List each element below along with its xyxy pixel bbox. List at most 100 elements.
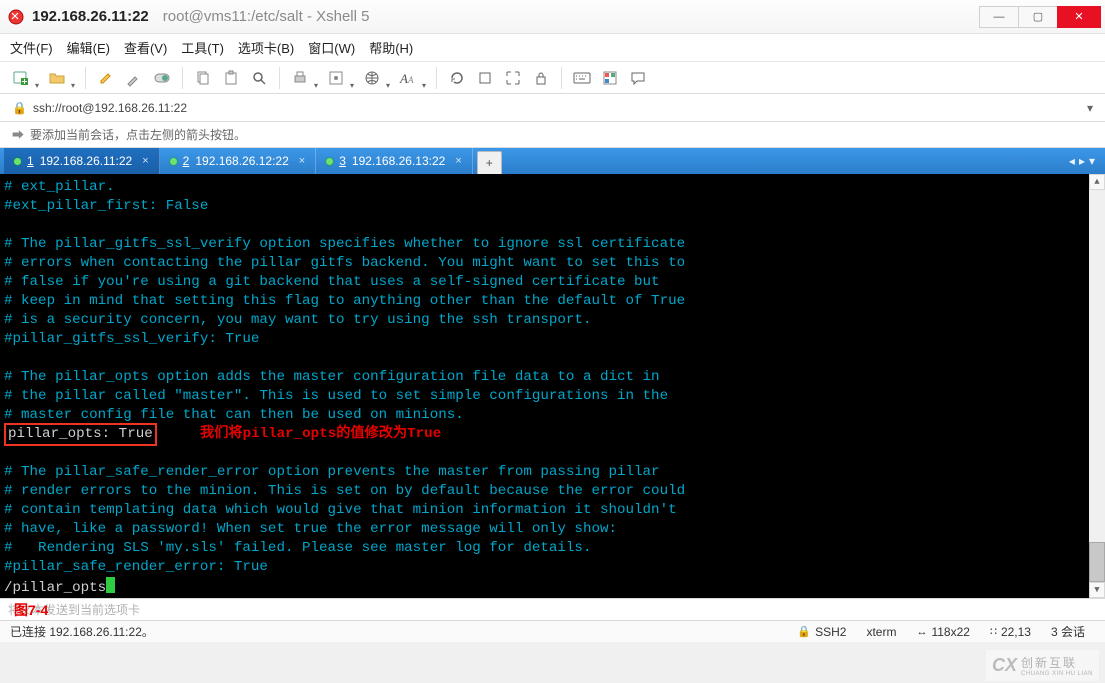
term-line: # The pillar_opts option adds the master…	[4, 369, 660, 385]
maximize-icon[interactable]	[472, 65, 498, 91]
pos-icon: ∷	[990, 625, 997, 638]
arrow-add-icon[interactable]: ⮕	[12, 126, 24, 143]
tab-menu-icon[interactable]: ▾	[1089, 154, 1095, 168]
term-line: # contain templating data which would gi…	[4, 502, 677, 518]
refresh-icon[interactable]	[444, 65, 470, 91]
keyboard-icon[interactable]	[569, 65, 595, 91]
print-icon[interactable]	[287, 65, 313, 91]
separator	[85, 67, 86, 89]
font-icon[interactable]: AA	[395, 65, 421, 91]
menu-edit[interactable]: 编辑(E)	[67, 38, 110, 57]
tab-add-button[interactable]: +	[477, 151, 502, 174]
term-search-line: /pillar_opts	[4, 580, 115, 596]
lock-small-icon: 🔒	[12, 101, 27, 115]
term-line: # render errors to the minion. This is s…	[4, 483, 685, 499]
tab-next-icon[interactable]: ▸	[1079, 154, 1085, 168]
tab-close-icon[interactable]: ×	[299, 155, 305, 167]
tab-number: 2	[183, 154, 190, 168]
figure-label: 图7-4	[14, 600, 48, 620]
eyedropper-icon[interactable]	[121, 65, 147, 91]
term-line: # ext_pillar.	[4, 179, 115, 195]
title-path: root@vms11:/etc/salt - Xshell 5	[163, 8, 370, 25]
watermark: CX 创新互联 CHUANG XIN HU LIAN	[986, 650, 1099, 681]
globe-icon[interactable]	[359, 65, 385, 91]
tab-number: 3	[339, 154, 346, 168]
session-tab-3[interactable]: 3 192.168.26.13:22 ×	[316, 148, 473, 174]
menu-tools[interactable]: 工具(T)	[181, 38, 224, 57]
term-line: #pillar_safe_render_error: True	[4, 559, 268, 575]
address-dropdown-icon[interactable]: ▾	[1081, 101, 1099, 115]
hint-text: 要添加当前会话，点击左侧的箭头按钮。	[30, 126, 246, 143]
term-line: # keep in mind that setting this flag to…	[4, 293, 685, 309]
term-highlight-line: pillar_opts: True我们将pillar_opts的值修改为True	[4, 426, 157, 442]
status-term: xterm	[866, 625, 896, 639]
menu-view[interactable]: 查看(V)	[124, 38, 167, 57]
scroll-thumb[interactable]	[1089, 542, 1105, 582]
brand-py: CHUANG XIN HU LIAN	[1021, 671, 1093, 677]
term-line: # the pillar called "master". This is us…	[4, 388, 668, 404]
expand-icon[interactable]	[500, 65, 526, 91]
maximize-button[interactable]: ▢	[1018, 6, 1058, 28]
scroll-down-icon[interactable]: ▼	[1089, 582, 1105, 598]
tab-prev-icon[interactable]: ◂	[1069, 154, 1075, 168]
menu-window[interactable]: 窗口(W)	[308, 38, 355, 57]
svg-text:A: A	[399, 71, 408, 86]
tab-number: 1	[27, 154, 34, 168]
status-sessions: 3 会话	[1051, 623, 1085, 640]
paste-icon[interactable]	[218, 65, 244, 91]
separator	[436, 67, 437, 89]
highlight-icon[interactable]	[93, 65, 119, 91]
term-highlight-box: pillar_opts: True	[4, 423, 157, 446]
copy-icon[interactable]	[190, 65, 216, 91]
toolbar: AA	[0, 62, 1105, 94]
session-tab-1[interactable]: 1 192.168.26.11:22 ×	[4, 148, 160, 174]
menu-help[interactable]: 帮助(H)	[369, 38, 413, 57]
hint-bar: ⮕ 要添加当前会话，点击左侧的箭头按钮。	[0, 122, 1105, 148]
term-line: #pillar_gitfs_ssl_verify: True	[4, 331, 259, 347]
address-text[interactable]: ssh://root@192.168.26.11:22	[33, 101, 1081, 115]
status-pos: ∷22,13	[990, 625, 1031, 639]
tab-close-icon[interactable]: ×	[142, 155, 148, 167]
close-button[interactable]: ✕	[1057, 6, 1101, 28]
status-dot-icon	[14, 158, 21, 165]
tab-close-icon[interactable]: ×	[455, 155, 461, 167]
term-line: # The pillar_gitfs_ssl_verify option spe…	[4, 236, 685, 252]
palette-icon[interactable]	[597, 65, 623, 91]
scroll-track[interactable]	[1089, 190, 1105, 542]
scroll-up-icon[interactable]: ▲	[1089, 174, 1105, 190]
svg-text:A: A	[407, 75, 414, 85]
app-icon	[6, 7, 26, 27]
minimize-button[interactable]: —	[979, 6, 1019, 28]
separator	[182, 67, 183, 89]
tab-nav: ◂ ▸ ▾	[1063, 148, 1101, 174]
chat-icon[interactable]	[625, 65, 651, 91]
lock-icon[interactable]	[528, 65, 554, 91]
open-folder-icon[interactable]	[44, 65, 70, 91]
menu-tabs[interactable]: 选项卡(B)	[238, 38, 294, 57]
status-dot-icon	[170, 158, 177, 165]
status-size: ↔118x22	[916, 625, 969, 639]
compose-bar[interactable]: 图7-4 将文本发送到当前选项卡	[0, 598, 1105, 620]
term-line: # have, like a password! When set true t…	[4, 521, 617, 537]
search-icon[interactable]	[246, 65, 272, 91]
terminal-view[interactable]: # ext_pillar. #ext_pillar_first: False #…	[0, 174, 1105, 598]
separator	[561, 67, 562, 89]
address-bar: 🔒 ssh://root@192.168.26.11:22 ▾	[0, 94, 1105, 122]
tab-label: 192.168.26.13:22	[352, 154, 445, 168]
term-line: # false if you're using a git backend th…	[4, 274, 660, 290]
scrollbar[interactable]: ▲ ▼	[1089, 174, 1105, 598]
target-icon[interactable]	[323, 65, 349, 91]
term-line: # Rendering SLS 'my.sls' failed. Please …	[4, 540, 591, 556]
toggle-icon[interactable]	[149, 65, 175, 91]
title-host: 192.168.26.11:22	[32, 8, 149, 25]
menu-bar: 文件(F) 编辑(E) 查看(V) 工具(T) 选项卡(B) 窗口(W) 帮助(…	[0, 34, 1105, 62]
menu-file[interactable]: 文件(F)	[10, 38, 53, 57]
term-annotation: 我们将pillar_opts的值修改为True	[200, 425, 441, 444]
term-line: # is a security concern, you may want to…	[4, 312, 591, 328]
new-session-icon[interactable]	[8, 65, 34, 91]
term-line: # errors when contacting the pillar gitf…	[4, 255, 685, 271]
brand-cn: 创新互联	[1021, 654, 1093, 671]
session-tab-2[interactable]: 2 192.168.26.12:22 ×	[160, 148, 317, 174]
tab-label: 192.168.26.11:22	[40, 154, 133, 168]
title-bar: 192.168.26.11:22 root@vms11:/etc/salt - …	[0, 0, 1105, 34]
